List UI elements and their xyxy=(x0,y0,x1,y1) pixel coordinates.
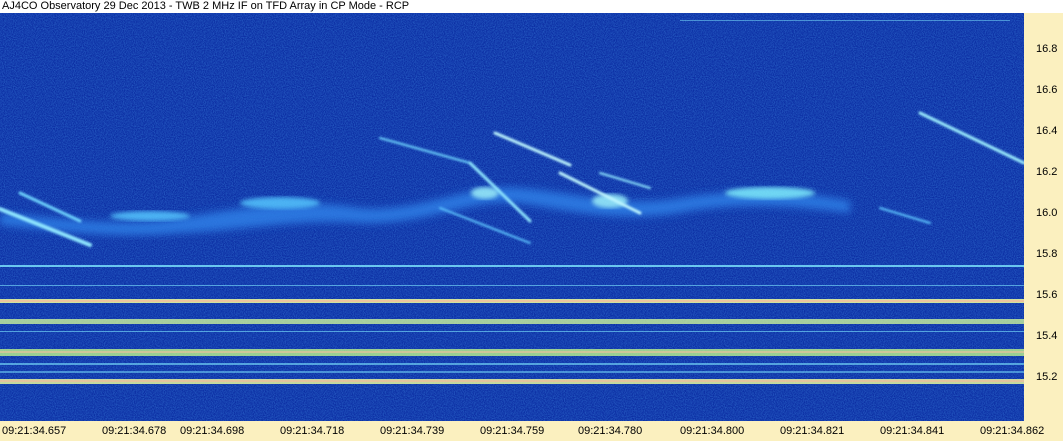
x-tick-label: 09:21:34.698 xyxy=(180,425,245,437)
y-tick-label: 16.8 xyxy=(1036,43,1058,55)
x-tick-label: 09:21:34.780 xyxy=(578,425,643,437)
x-tick-label: 09:21:34.862 xyxy=(980,425,1045,437)
y-tick-label: 16.2 xyxy=(1036,166,1058,178)
x-tick-label: 09:21:34.800 xyxy=(680,425,745,437)
x-tick-label: 09:21:34.718 xyxy=(280,425,345,437)
y-tick-label: 15.4 xyxy=(1036,330,1058,342)
window-title: AJ4CO Observatory 29 Dec 2013 - TWB 2 MH… xyxy=(0,0,1063,13)
frequency-axis: 16.8 16.6 16.4 16.2 16.0 15.8 15.6 15.4 … xyxy=(1024,13,1063,421)
x-tick-label: 09:21:34.821 xyxy=(780,425,845,437)
x-tick-label: 09:21:34.657 xyxy=(2,425,67,437)
y-tick-label: 15.2 xyxy=(1036,371,1058,383)
y-tick-label: 15.8 xyxy=(1036,248,1058,260)
time-axis: 09:21:34.657 09:21:34.678 09:21:34.698 0… xyxy=(0,421,1063,441)
x-tick-label: 09:21:34.678 xyxy=(102,425,167,437)
y-tick-label: 16.0 xyxy=(1036,207,1058,219)
x-tick-label: 09:21:34.759 xyxy=(480,425,545,437)
y-tick-label: 16.4 xyxy=(1036,125,1058,137)
y-tick-label: 16.6 xyxy=(1036,84,1058,96)
spectrogram-plot[interactable] xyxy=(0,13,1024,421)
y-tick-label: 15.6 xyxy=(1036,289,1058,301)
x-tick-label: 09:21:34.739 xyxy=(380,425,445,437)
x-tick-label: 09:21:34.841 xyxy=(880,425,945,437)
spectrogram-canvas xyxy=(0,13,1024,421)
